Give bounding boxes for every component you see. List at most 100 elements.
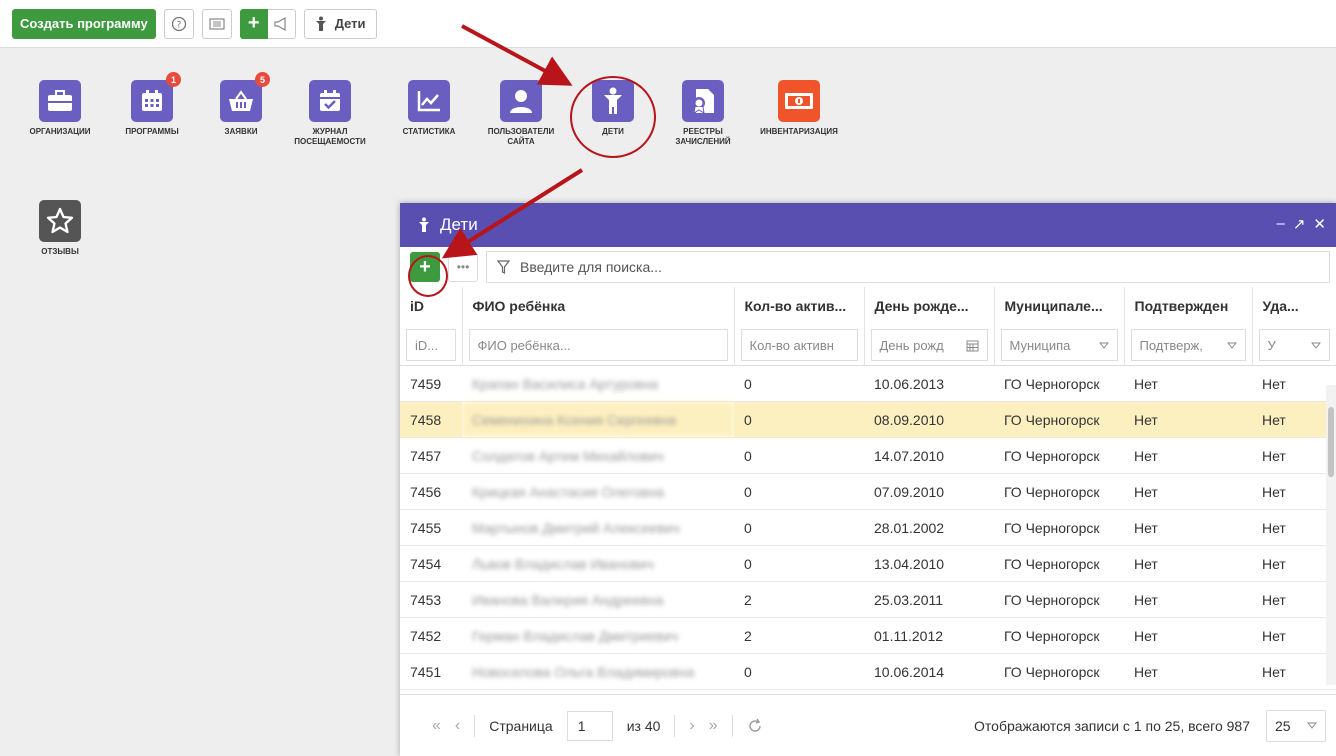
- search-input[interactable]: Введите для поиска...: [486, 251, 1330, 283]
- close-icon[interactable]: ✕: [1313, 215, 1326, 233]
- add-group: +: [239, 8, 296, 39]
- per-page-select[interactable]: 25: [1266, 709, 1326, 742]
- star-icon: [46, 207, 74, 234]
- cell-municipality: ГО Черногорск: [994, 617, 1124, 654]
- cell-id: 7456: [400, 473, 462, 510]
- desktop-icon-label: Заявки: [224, 127, 258, 136]
- window-list-icon: [209, 17, 225, 30]
- divider: [674, 714, 676, 737]
- cell-birth: 07.09.2010: [864, 473, 994, 510]
- per-page-value: 25: [1275, 717, 1291, 734]
- window-titlebar[interactable]: Дети – ↗ ✕: [400, 203, 1336, 247]
- table-row[interactable]: 7459 Крапан Василиса Артуровна 0 10.06.2…: [400, 365, 1336, 402]
- filter-birthdate[interactable]: День рожд: [870, 329, 988, 361]
- calendar-icon: [142, 90, 162, 111]
- column-header[interactable]: ФИО ребёнка: [462, 287, 735, 325]
- cell-birth: 14.07.2010: [864, 437, 994, 474]
- cell-confirmed: Нет: [1124, 437, 1252, 474]
- cell-count: 0: [734, 401, 864, 438]
- calendar-icon[interactable]: [966, 339, 979, 352]
- chevron-down-icon: [1310, 342, 1321, 349]
- prev-page-icon[interactable]: ‹: [455, 717, 460, 735]
- table-row[interactable]: 7452 Герман Владислав Дмитриевич 2 01.11…: [400, 617, 1336, 654]
- cell-confirmed: Нет: [1124, 617, 1252, 654]
- cell-name: Герман Владислав Дмитриевич: [462, 617, 734, 654]
- quick-add-button[interactable]: +: [239, 8, 268, 39]
- table-row[interactable]: 7455 Мартынов Дмитрий Алексеевич 0 28.01…: [400, 509, 1336, 546]
- desktop-icon-registries[interactable]: Реестры зачислений: [658, 80, 748, 147]
- filter-name[interactable]: ФИО ребёнка...: [468, 329, 728, 361]
- first-page-icon[interactable]: «: [432, 717, 441, 735]
- cell-birth: 13.04.2010: [864, 545, 994, 582]
- window-title: Дети: [440, 215, 478, 234]
- chevron-down-icon: [1226, 342, 1237, 349]
- cell-confirmed: Нет: [1124, 365, 1252, 402]
- cell-count: 0: [734, 365, 864, 402]
- help-button[interactable]: ?: [163, 8, 194, 39]
- last-page-icon[interactable]: »: [709, 717, 718, 735]
- filter-placeholder: iD...: [415, 337, 439, 353]
- maximize-icon[interactable]: ↗: [1293, 215, 1306, 233]
- minimize-icon[interactable]: –: [1277, 215, 1285, 233]
- cell-count: 0: [734, 473, 864, 510]
- desktop-icon-inventory[interactable]: Инвентаризация: [754, 80, 844, 137]
- pagination-bar: « ‹ Страница 1 из 40 › » Отображаются за…: [400, 694, 1336, 756]
- cell-id: 7455: [400, 509, 462, 546]
- desktop-icon-organizations[interactable]: Организации: [15, 80, 105, 137]
- filter-municipality[interactable]: Муниципа: [1000, 329, 1118, 361]
- cell-name: Мартынов Дмитрий Алексеевич: [462, 509, 734, 546]
- tile: [309, 80, 351, 122]
- vertical-scrollbar[interactable]: [1326, 385, 1336, 685]
- tile: [408, 80, 450, 122]
- announcement-button[interactable]: [267, 8, 296, 39]
- tile: [39, 200, 81, 242]
- tile: [500, 80, 542, 122]
- page-total: из 40: [626, 717, 661, 734]
- more-button[interactable]: •••: [448, 252, 478, 282]
- scrollbar-thumb[interactable]: [1328, 407, 1334, 477]
- certificate-icon: [693, 89, 714, 114]
- table-row-selected[interactable]: 7458 Семенихина Ксения Сергеевна 0 08.09…: [400, 401, 1336, 438]
- column-header[interactable]: Подтвержден: [1124, 287, 1253, 325]
- cell-deleted: Нет: [1252, 509, 1336, 546]
- desktop-icon-applications[interactable]: 5 Заявки: [196, 72, 286, 137]
- desktop-icon-attendance[interactable]: Журнал посещаемости: [285, 80, 375, 147]
- filter-count[interactable]: Кол-во активн: [740, 329, 858, 361]
- column-header[interactable]: Муниципале...: [994, 287, 1125, 325]
- cell-municipality: ГО Черногорск: [994, 365, 1124, 402]
- table-row[interactable]: 7457 Солдатов Артем Михайлович 0 14.07.2…: [400, 437, 1336, 474]
- desktop-icon-site-users[interactable]: Пользователи сайта: [476, 80, 566, 147]
- page-number-input[interactable]: 1: [566, 710, 613, 741]
- desktop-icon-reviews[interactable]: Отзывы: [15, 200, 105, 257]
- desktop-icon-label: Пользователи сайта: [487, 127, 555, 146]
- window-list-button[interactable]: [201, 8, 232, 39]
- desktop-icon-programs[interactable]: 1 Программы: [107, 72, 197, 137]
- child-icon: [315, 16, 326, 31]
- column-header[interactable]: Кол-во актив...: [734, 287, 865, 325]
- filter-deleted[interactable]: У: [1258, 329, 1330, 361]
- top-toolbar: Создать программу ? + Дети: [0, 0, 1336, 48]
- table-row[interactable]: 7454 Львов Владислав Иванович 0 13.04.20…: [400, 545, 1336, 582]
- column-header[interactable]: Уда...: [1252, 287, 1336, 325]
- column-header[interactable]: День рожде...: [864, 287, 995, 325]
- cell-count: 2: [734, 581, 864, 618]
- cell-deleted: Нет: [1252, 437, 1336, 474]
- filter-confirmed[interactable]: Подтверж,: [1130, 329, 1246, 361]
- chart-icon: [417, 91, 440, 112]
- create-program-button[interactable]: Создать программу: [12, 8, 156, 39]
- table-row[interactable]: 7456 Крицкая Анастасия Олеговна 0 07.09.…: [400, 473, 1336, 510]
- refresh-icon[interactable]: [747, 718, 763, 734]
- deti-taskbar-button[interactable]: Дети: [303, 8, 377, 39]
- filter-id[interactable]: iD...: [406, 329, 456, 361]
- table-row[interactable]: 7451 Новоселова Ольга Владимировна 0 10.…: [400, 653, 1336, 690]
- desktop-icon-label: Программы: [125, 127, 179, 136]
- programs-badge: 1: [166, 72, 181, 87]
- cell-name: Крицкая Анастасия Олеговна: [462, 473, 734, 510]
- table-row[interactable]: 7453 Иванова Валерия Андреевна 2 25.03.2…: [400, 581, 1336, 618]
- next-page-icon[interactable]: ›: [689, 717, 694, 735]
- cell-id: 7452: [400, 617, 462, 654]
- cell-municipality: ГО Черногорск: [994, 581, 1124, 618]
- desktop-icon-statistics[interactable]: Статистика: [384, 80, 474, 137]
- filter-placeholder: ФИО ребёнка...: [477, 337, 571, 353]
- filter-icon: [497, 260, 510, 274]
